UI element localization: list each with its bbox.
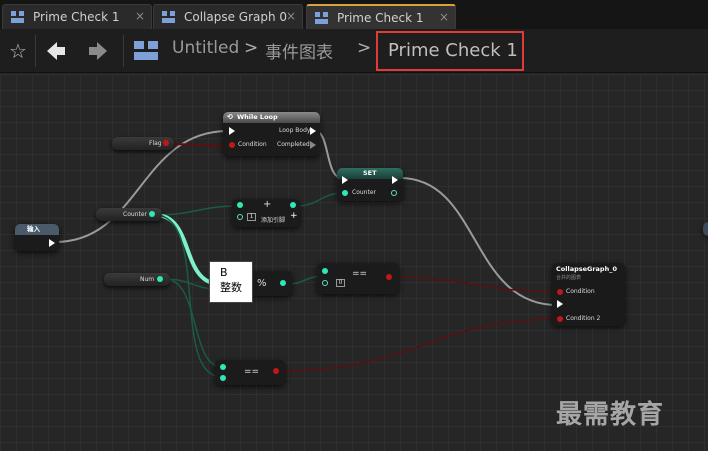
exec-in-pin[interactable] [342,176,348,184]
close-icon[interactable]: × [286,9,296,23]
star-icon[interactable]: ☆ [4,37,32,65]
breadcrumb-item-event-graph[interactable]: 事件图表 [265,38,333,63]
divider [123,35,124,67]
breadcrumb-current-highlighted[interactable]: Prime Check 1 [376,31,524,71]
int-in-pin[interactable] [322,280,328,286]
exec-wire [399,177,558,306]
breadcrumb: ☆ Untitled > 事件图表 > Prime Check 1 [0,29,708,73]
collapse-graph-subtitle: 合并的图表 [556,275,582,281]
loop-icon: ⟲ [227,113,233,121]
graph-icon [11,11,24,23]
while-loop-node[interactable]: ⟲ While Loop Condition Loop Body Complet… [223,112,320,156]
int-in-pin[interactable] [220,375,226,381]
exec-out-pin[interactable] [392,176,398,184]
int-in-pin[interactable] [220,364,226,370]
condition-pin[interactable] [229,142,235,148]
divider [35,35,36,67]
int-in-pin[interactable] [237,202,243,208]
add-node[interactable]: + 1 添加引脚 + [232,199,300,227]
int-in-pin[interactable] [342,190,348,196]
flag-variable-node[interactable]: Flag [112,137,174,150]
set-title: SET [363,169,377,177]
int-out-pin[interactable] [290,202,296,208]
equal-symbol: == [352,269,368,279]
pin-tooltip: B 整数 [209,261,253,303]
watermark: 最需教育 [556,400,665,430]
bool-wire [165,143,231,147]
collapse-graph-node[interactable]: CollapseGraph_0 合并的图表 Condition Conditio… [552,263,625,326]
num-variable-node[interactable]: Num [104,273,170,286]
tab-label: Prime Check 1 [33,10,120,24]
exec-in-pin[interactable] [229,127,235,135]
bool-out-pin[interactable] [386,274,392,280]
counter-variable-node[interactable]: Counter [96,208,162,221]
offscreen-node[interactable] [703,222,708,236]
condition2-pin[interactable] [557,316,563,322]
exec-out-pin[interactable] [49,239,55,247]
equal-node-top[interactable]: == 0 [317,263,399,294]
set-counter-node[interactable]: SET Counter [337,168,403,201]
add-symbol: + [263,199,272,210]
completed-pin[interactable] [310,141,316,149]
bool-wire [275,318,561,372]
close-icon[interactable]: × [439,10,449,24]
modulo-symbol: % [257,278,267,289]
plus-icon[interactable]: + [290,211,298,221]
tab-bar: Prime Check 1 × Collapse Graph 0 × Prime… [0,0,708,29]
node-header: 输入 [15,224,59,235]
int-out-pin[interactable] [157,276,163,282]
collapse-graph-title: CollapseGraph_0 [556,265,617,273]
tab-label: Prime Check 1 [337,11,424,25]
num-label: Num [140,276,155,283]
loop-body-label: Loop Body [279,127,311,134]
while-loop-title: While Loop [237,113,278,121]
input-node[interactable]: 输入 [15,224,59,251]
condition-label: Condition [566,288,595,295]
add-pin-label[interactable]: 添加引脚 [261,215,285,224]
equal-node-bottom[interactable]: == [215,360,285,385]
counter-label: Counter [352,189,376,196]
tab-prime-check-1[interactable]: Prime Check 1 × [2,4,152,29]
bool-out-pin[interactable] [163,140,169,146]
breadcrumb-separator: > [357,38,372,58]
forward-arrow-icon[interactable] [86,39,110,63]
tooltip-pin-name: B [220,266,228,279]
graph-icon [134,41,158,60]
counter-label: Counter [123,211,147,218]
int-wire [154,205,239,216]
graph-icon [315,12,328,24]
breadcrumb-item-untitled[interactable]: Untitled [172,38,239,58]
node-header: ⟲ While Loop [223,112,320,123]
tab-label: Collapse Graph 0 [184,10,288,24]
equal-symbol: == [244,367,260,377]
int-out-pin[interactable] [280,280,286,286]
int-out-pin[interactable] [149,211,155,217]
value-field[interactable]: 0 [336,279,345,287]
tab-prime-check-1-active[interactable]: Prime Check 1 × [306,4,456,29]
int-out-pin[interactable] [391,190,397,196]
close-icon[interactable]: × [135,9,145,23]
int-in-pin[interactable] [322,268,328,274]
int-in-pin[interactable] [237,214,243,220]
breadcrumb-separator: > [244,38,259,58]
input-node-title: 输入 [27,225,40,233]
blueprint-editor: Prime Check 1 × Collapse Graph 0 × Prime… [0,0,708,451]
flag-label: Flag [149,140,162,147]
back-arrow-icon[interactable] [44,39,68,63]
condition-label: Condition [238,141,267,148]
graph-icon [162,11,175,23]
bool-out-pin[interactable] [273,368,279,374]
completed-label: Completed [277,141,310,148]
exec-in-pin[interactable] [557,300,563,308]
loop-body-pin[interactable] [310,127,316,135]
condition2-label: Condition 2 [566,315,601,322]
condition-pin[interactable] [557,289,563,295]
tab-collapse-graph-0[interactable]: Collapse Graph 0 × [153,4,303,29]
tooltip-pin-type: 整数 [220,281,242,294]
bool-wire [389,276,561,293]
value-field[interactable]: 1 [247,213,256,221]
